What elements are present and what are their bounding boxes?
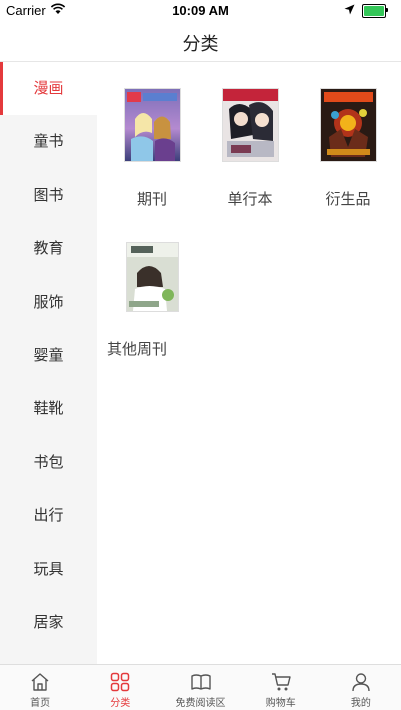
sidebar-item-label: 居家 [33,612,64,631]
category-label: 其他周刊 [107,340,168,358]
bottom-tab-bar: 首页 分类 免费阅读区 购物车 我的 [0,664,401,710]
sidebar-item-education[interactable]: 教育 [0,222,97,275]
category-periodicals[interactable]: 期刊 [103,88,201,209]
sidebar-item-label: 婴童 [33,345,64,364]
sidebar-item-shoes[interactable]: 鞋靴 [0,382,97,435]
home-icon [31,673,49,691]
tab-label: 我的 [350,698,371,709]
sidebar-item-label: 童书 [33,132,64,151]
user-icon [352,673,370,692]
status-time: 10:09 AM [172,3,229,18]
sidebar-item-travel[interactable]: 出行 [0,489,97,542]
tab-home[interactable]: 首页 [0,665,80,710]
category-single-volumes[interactable]: 单行本 [201,88,299,209]
sidebar-item-label: 玩具 [33,559,64,578]
tab-label: 分类 [110,698,131,709]
sidebar-item-label: 鞋靴 [33,399,64,418]
category-sidebar: 漫画 童书 图书 教育 服饰 婴童 鞋靴 书包 出行 玩具 居家 [0,62,97,664]
sidebar-item-label: 出行 [33,506,64,525]
status-bar: Carrier 10:09 AM [0,0,401,22]
nav-header: 分类 [0,22,401,62]
category-grid-icon [111,672,130,692]
battery-tip [386,8,388,12]
category-content: 期刊 单行本 衍生品 其他周刊 [97,62,401,664]
sidebar-item-label: 服饰 [33,292,64,311]
sidebar-item-baby[interactable]: 婴童 [0,329,97,382]
tab-cart[interactable]: 购物车 [241,665,321,710]
sidebar-item-home[interactable]: 居家 [0,596,97,649]
sidebar-item-comics[interactable]: 漫画 [0,62,97,116]
sidebar-item-label: 漫画 [33,79,64,97]
tab-profile[interactable]: 我的 [321,665,401,710]
sidebar-item-toys[interactable]: 玩具 [0,543,97,596]
category-label: 单行本 [227,190,273,208]
sidebar-item-school-bags[interactable]: 书包 [0,436,97,489]
periodicals-cover-image [123,88,181,162]
category-label: 期刊 [136,190,167,208]
other-weeklies-cover-image [125,242,179,312]
open-book-icon [190,674,211,690]
tab-label: 购物车 [265,698,296,709]
tab-free-reading[interactable]: 免费阅读区 [160,665,240,710]
sidebar-item-label: 图书 [33,185,64,204]
sidebar-item-label: 书包 [33,452,64,471]
single-volumes-cover-image [221,88,279,162]
sidebar-item-apparel[interactable]: 服饰 [0,276,97,329]
sidebar-item-label: 教育 [33,239,64,258]
sidebar-item-childrens-books[interactable]: 童书 [0,115,97,168]
category-label: 衍生品 [325,190,371,208]
sidebar-item-books[interactable]: 图书 [0,169,97,222]
battery-icon [362,4,386,18]
merchandise-cover-image [319,88,377,162]
category-other-weeklies[interactable]: 其他周刊 [103,242,201,359]
cart-icon [271,673,291,691]
location-arrow-icon [344,4,355,15]
tab-category[interactable]: 分类 [80,665,160,710]
page-title: 分类 [182,34,219,55]
tab-label: 免费阅读区 [175,698,226,709]
category-merchandise[interactable]: 衍生品 [299,88,397,209]
tab-label: 首页 [30,698,51,709]
